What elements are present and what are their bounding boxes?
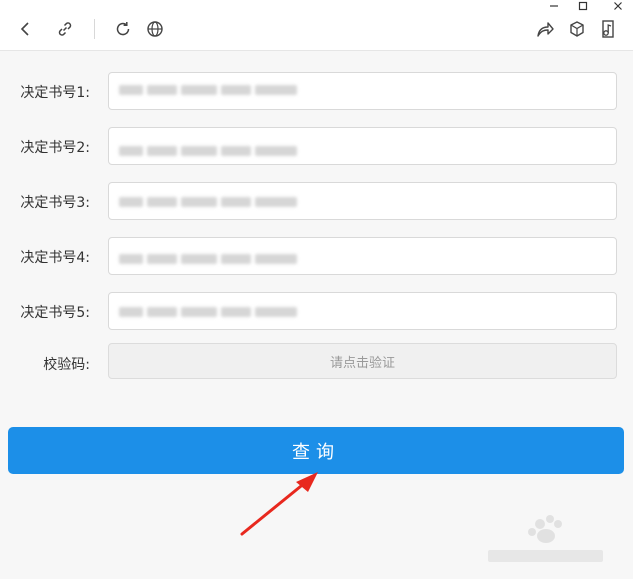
redacted-value (119, 79, 297, 101)
toolbar (0, 0, 633, 51)
decision-number-5-input[interactable] (108, 292, 617, 330)
music-note-icon[interactable] (597, 18, 619, 40)
redacted-value (119, 140, 297, 162)
redacted-value (119, 301, 297, 323)
toolbar-divider (94, 19, 95, 39)
captcha-label: 校验码: (43, 357, 90, 373)
close-icon[interactable] (610, 0, 626, 12)
share-icon[interactable] (534, 18, 556, 40)
refresh-icon[interactable] (112, 18, 134, 40)
decision-number-3-input[interactable] (108, 182, 617, 220)
link-icon[interactable] (54, 18, 76, 40)
captcha-verify-button[interactable]: 请点击验证 (108, 343, 617, 379)
watermark-logo-icon (488, 515, 603, 562)
decision-number-4-label: 决定书号4: (20, 250, 90, 266)
redacted-value (119, 248, 297, 270)
decision-number-5-label: 决定书号5: (20, 305, 90, 321)
minimize-icon[interactable] (546, 0, 562, 12)
decision-number-2-input[interactable] (108, 127, 617, 165)
decision-number-3-label: 决定书号3: (20, 195, 90, 211)
decision-number-1-input[interactable] (108, 72, 617, 110)
back-icon[interactable] (14, 18, 36, 40)
maximize-icon[interactable] (575, 0, 591, 12)
decision-number-1-label: 决定书号1: (20, 85, 90, 101)
redacted-value (119, 191, 297, 213)
query-button[interactable]: 查询 (8, 427, 624, 474)
cube-icon[interactable] (566, 18, 588, 40)
decision-number-2-label: 决定书号2: (20, 140, 90, 156)
annotation-arrow-icon (240, 472, 318, 536)
decision-number-4-input[interactable] (108, 237, 617, 275)
app-window: 决定书号1: 决定书号2: 决定书号3: 决定书号4: 决定书号5: 校验码: … (0, 0, 633, 579)
globe-icon[interactable] (144, 18, 166, 40)
